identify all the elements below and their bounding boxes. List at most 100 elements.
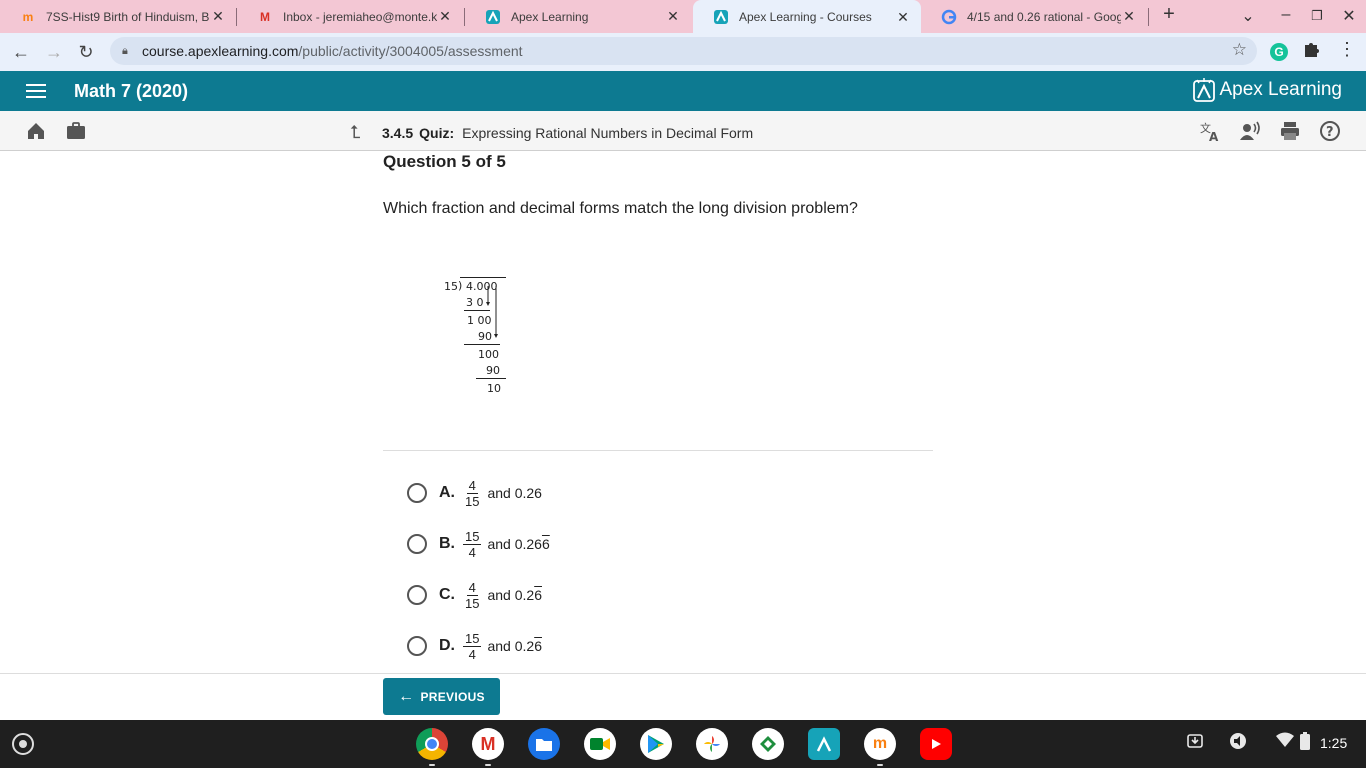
photos-icon[interactable] (696, 728, 728, 760)
course-title: Math 7 (2020) (74, 81, 189, 101)
moodle-icon[interactable]: m (864, 728, 896, 760)
meet-icon[interactable] (584, 728, 616, 760)
classroom-icon[interactable] (752, 728, 784, 760)
tab-inbox[interactable]: M Inbox - jeremiaheo@monte.k12 ✕ (237, 0, 463, 33)
menu-icon[interactable] (26, 83, 46, 99)
close-icon[interactable]: ✕ (895, 9, 911, 26)
previous-label: PREVIOUS (420, 689, 485, 704)
tab-title: 7SS-Hist9 Birth of Hinduism, B (46, 9, 210, 24)
option-letter: D. (439, 637, 455, 654)
answer-option-a[interactable]: A. 4 15 and 0.26 (407, 475, 542, 511)
grammarly-extension-icon[interactable]: G (1270, 43, 1288, 61)
radio-button[interactable] (407, 585, 427, 605)
tab-title: Inbox - jeremiaheo@monte.k12 (283, 9, 437, 24)
brand-name: Apex Learning (1219, 79, 1342, 100)
clock[interactable]: 1:25 (1320, 735, 1347, 751)
tab-google-search[interactable]: 4/15 and 0.26 rational - Googl ✕ (921, 0, 1147, 33)
fraction: 4 15 (463, 580, 481, 611)
tab-apex-learning[interactable]: Apex Learning ✕ (465, 0, 691, 33)
bookmark-star-icon[interactable]: ☆ (1232, 40, 1247, 60)
play-store-icon[interactable] (640, 728, 672, 760)
reload-icon[interactable]: ↻ (74, 40, 98, 64)
home-icon[interactable] (25, 120, 47, 142)
denominator: 4 (468, 646, 476, 662)
numerator: 4 (466, 477, 478, 494)
new-tab-icon[interactable]: + (1158, 3, 1180, 26)
chrome-icon[interactable] (416, 728, 448, 760)
close-icon[interactable]: ✕ (210, 8, 226, 25)
extensions-puzzle-icon[interactable] (1302, 40, 1320, 63)
radio-button[interactable] (407, 636, 427, 656)
answer-option-b[interactable]: B. 15 4 and 0.266 (407, 526, 550, 562)
fraction: 4 15 (463, 478, 481, 509)
radio-button[interactable] (407, 534, 427, 554)
option-text: and 0.26 (487, 485, 542, 501)
up-arrow-icon[interactable]: ⮤ (350, 122, 368, 143)
division-step: 100 (478, 348, 499, 361)
apex-icon[interactable] (808, 728, 840, 760)
denominator: 4 (468, 544, 476, 560)
tab-apex-courses[interactable]: Apex Learning - Courses ✕ (693, 0, 921, 34)
restore-icon[interactable]: ❐ (1306, 8, 1328, 24)
option-letter: A. (439, 484, 455, 501)
tab-title: Apex Learning - Courses (739, 10, 872, 24)
bring-down-arrows (486, 286, 498, 338)
breadcrumb: ⮤ 3.4.5 Quiz: Expressing Rational Number… (350, 122, 753, 143)
activity-title: Expressing Rational Numbers in Decimal F… (462, 124, 754, 141)
long-division-figure: 15 ) 4.000 3 0 1 00 90 100 90 10 (430, 270, 520, 400)
apex-icon (485, 9, 501, 25)
back-arrow-icon[interactable]: ← (9, 40, 33, 64)
text-to-speech-icon[interactable] (1239, 120, 1261, 142)
minimize-icon[interactable]: – (1275, 6, 1297, 24)
url-host: course.apexlearning.com (142, 43, 299, 59)
denominator: 15 (465, 493, 480, 509)
repeating-digits: 6 (541, 536, 550, 552)
apex-logo: Apex Learning (1193, 78, 1342, 102)
wifi-icon[interactable] (1276, 732, 1294, 752)
moodle-icon: m (22, 9, 34, 24)
division-rule (476, 378, 506, 379)
radio-button[interactable] (407, 483, 427, 503)
print-icon[interactable] (1279, 120, 1301, 142)
previous-button[interactable]: ← PREVIOUS (383, 678, 500, 715)
answer-option-c[interactable]: C. 4 15 and 0.26 (407, 577, 542, 613)
tab-hinduism[interactable]: m 7SS-Hist9 Birth of Hinduism, B ✕ (0, 0, 236, 33)
option-text: and 0.26 (487, 638, 542, 654)
repeating-digits: 6 (534, 587, 542, 603)
close-icon[interactable]: ✕ (1121, 8, 1137, 25)
select-to-speak-icon[interactable] (1229, 732, 1247, 754)
running-indicator (877, 764, 883, 766)
option-text: and 0.266 (487, 536, 550, 552)
division-bracket: ) (458, 279, 463, 292)
tab-separator (1148, 8, 1149, 26)
briefcase-icon[interactable] (65, 120, 87, 142)
launcher-icon[interactable] (12, 733, 34, 755)
apex-icon (713, 9, 729, 25)
tab-title: Apex Learning (511, 9, 589, 24)
holding-space-icon[interactable] (1186, 732, 1204, 754)
help-icon[interactable]: ? (1319, 120, 1341, 142)
battery-icon[interactable] (1300, 732, 1310, 754)
close-window-icon[interactable]: ✕ (1338, 6, 1360, 26)
gmail-icon[interactable]: M (472, 728, 504, 760)
os-shelf: M m 1:25 (0, 720, 1366, 768)
denominator: 15 (465, 595, 480, 611)
kebab-menu-icon[interactable]: ⋮ (1338, 39, 1356, 60)
files-icon[interactable] (528, 728, 560, 760)
close-icon[interactable]: ✕ (437, 8, 453, 25)
numerator: 15 (463, 630, 482, 647)
activity-header: ⮤ 3.4.5 Quiz: Expressing Rational Number… (0, 111, 1366, 151)
numerator: 15 (463, 528, 482, 545)
address-bar[interactable]: 🔒︎ course.apexlearning.com/public/activi… (110, 37, 1257, 65)
running-indicator (429, 764, 435, 766)
chevron-down-icon[interactable]: ⌄ (1237, 6, 1259, 26)
youtube-icon[interactable] (920, 728, 952, 760)
lock-icon: 🔒︎ (122, 44, 128, 57)
forward-arrow-icon[interactable]: → (42, 40, 66, 64)
translate-icon[interactable]: 文A (1199, 120, 1221, 144)
answer-option-d[interactable]: D. 15 4 and 0.26 (407, 628, 542, 664)
close-icon[interactable]: ✕ (665, 8, 681, 25)
fraction: 15 4 (463, 528, 482, 560)
divisor: 15 (444, 280, 458, 293)
division-step: 10 (487, 382, 501, 395)
